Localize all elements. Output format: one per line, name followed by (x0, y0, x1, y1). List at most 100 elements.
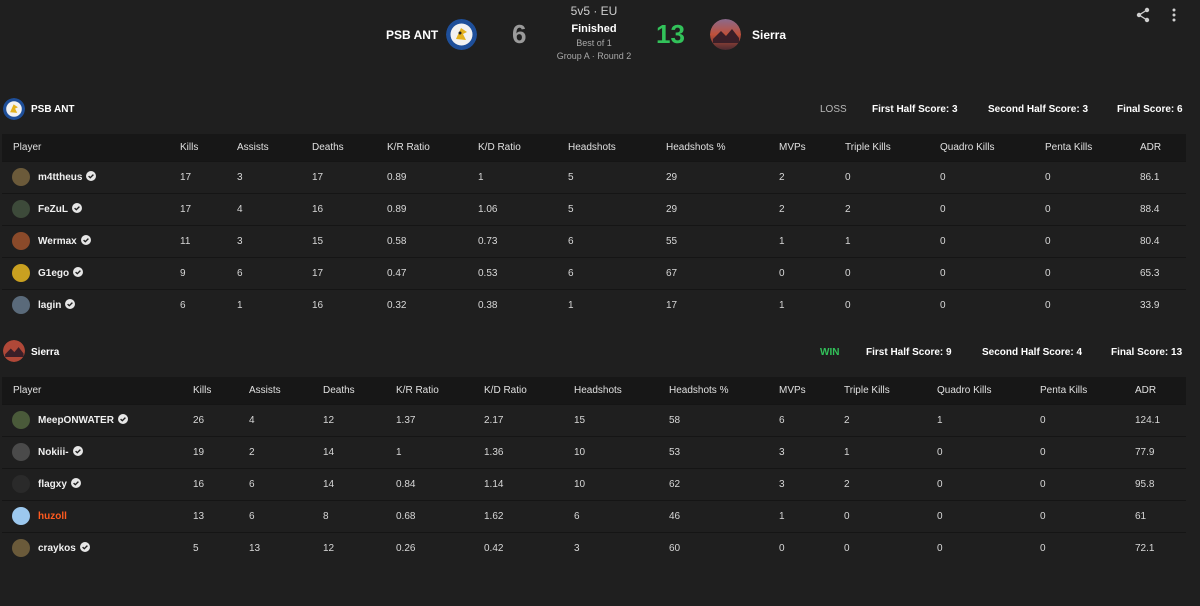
team1-name[interactable]: PSB ANT (386, 28, 438, 42)
column-header-player[interactable]: Player (13, 134, 41, 161)
player-cell[interactable]: craykos (38, 533, 90, 564)
avatar[interactable] (12, 168, 30, 186)
player-name[interactable]: Wermax (38, 236, 77, 247)
stat-adr: 88.4 (1140, 204, 1160, 215)
stat-triple-kills: 0 (844, 543, 850, 554)
player-cell[interactable]: m4ttheus (38, 162, 97, 193)
column-header-deaths[interactable]: Deaths (323, 377, 355, 404)
table-row[interactable]: craykos 5 13 12 0.26 0.42 3 60 0 0 0 0 72.1 (2, 532, 1186, 564)
avatar[interactable] (12, 507, 30, 525)
column-header-triple-kills[interactable]: Triple Kills (845, 134, 891, 161)
player-name[interactable]: huzoll (38, 511, 67, 522)
column-header-kills[interactable]: Kills (193, 377, 211, 404)
stat-headshots: 6 (568, 268, 574, 279)
column-header-kr-ratio[interactable]: K/R Ratio (396, 377, 439, 404)
stat-adr: 86.1 (1140, 172, 1160, 183)
stat-kr-ratio: 0.84 (396, 479, 416, 490)
player-cell[interactable]: MeepONWATER (38, 405, 128, 436)
stat-mvps: 6 (779, 415, 785, 426)
player-name[interactable]: lagin (38, 300, 61, 311)
stat-assists: 1 (237, 300, 243, 311)
player-name[interactable]: G1ego (38, 268, 69, 279)
share-icon[interactable] (1134, 6, 1152, 24)
column-header-headshots-pct[interactable]: Headshots % (666, 134, 725, 161)
player-name[interactable]: MeepONWATER (38, 415, 114, 426)
column-header-triple-kills[interactable]: Triple Kills (844, 377, 890, 404)
stat-kills: 9 (180, 268, 186, 279)
stat-mvps: 2 (779, 172, 785, 183)
column-header-kd-ratio[interactable]: K/D Ratio (478, 134, 521, 161)
avatar[interactable] (12, 475, 30, 493)
stat-headshots: 3 (574, 543, 580, 554)
player-cell[interactable]: G1ego (38, 258, 84, 289)
team1-logo[interactable] (446, 19, 477, 50)
player-name[interactable]: m4ttheus (38, 172, 82, 183)
player-name[interactable]: Nokiii- (38, 447, 69, 458)
avatar[interactable] (12, 443, 30, 461)
column-header-headshots[interactable]: Headshots (574, 377, 622, 404)
verified-check-icon (86, 171, 97, 182)
avatar[interactable] (12, 264, 30, 282)
stat-kd-ratio: 1.06 (478, 204, 498, 215)
avatar[interactable] (12, 296, 30, 314)
table-row[interactable]: lagin 6 1 16 0.32 0.38 1 17 1 0 0 0 33.9 (2, 289, 1186, 321)
team2-logo[interactable] (710, 19, 741, 50)
avatar[interactable] (12, 200, 30, 218)
column-header-headshots[interactable]: Headshots (568, 134, 616, 161)
table-row[interactable]: FeZuL 17 4 16 0.89 1.06 5 29 2 2 0 0 88.4 (2, 193, 1186, 225)
more-vertical-icon[interactable] (1165, 6, 1183, 24)
stat-quadro-kills: 0 (937, 447, 943, 458)
table-row[interactable]: G1ego 9 6 17 0.47 0.53 6 67 0 0 0 0 65.3 (2, 257, 1186, 289)
table-row[interactable]: flagxy 16 6 14 0.84 1.14 10 62 3 2 0 0 95.8 (2, 468, 1186, 500)
stat-quadro-kills: 0 (940, 268, 946, 279)
column-header-deaths[interactable]: Deaths (312, 134, 344, 161)
column-header-quadro-kills[interactable]: Quadro Kills (937, 377, 991, 404)
column-header-kr-ratio[interactable]: K/R Ratio (387, 134, 430, 161)
team2-name[interactable]: Sierra (752, 28, 786, 42)
stat-kd-ratio: 1.14 (484, 479, 504, 490)
team1-small-logo (3, 98, 25, 120)
column-header-quadro-kills[interactable]: Quadro Kills (940, 134, 994, 161)
player-name[interactable]: flagxy (38, 479, 67, 490)
table-row[interactable]: huzoll 13 6 8 0.68 1.62 6 46 1 0 0 0 61 (2, 500, 1186, 532)
avatar[interactable] (12, 411, 30, 429)
player-name[interactable]: craykos (38, 543, 76, 554)
table-row[interactable]: m4ttheus 17 3 17 0.89 1 5 29 2 0 0 0 86.1 (2, 161, 1186, 193)
column-header-adr[interactable]: ADR (1135, 377, 1156, 404)
player-cell[interactable]: lagin (38, 290, 76, 321)
stat-kills: 13 (193, 511, 205, 522)
player-cell[interactable]: flagxy (38, 469, 81, 500)
stat-mvps: 0 (779, 543, 785, 554)
player-cell[interactable]: Nokiii- (38, 437, 83, 468)
column-header-penta-kills[interactable]: Penta Kills (1040, 377, 1087, 404)
column-header-mvps[interactable]: MVPs (779, 134, 806, 161)
column-header-player[interactable]: Player (13, 377, 41, 404)
stat-adr: 33.9 (1140, 300, 1160, 311)
stat-quadro-kills: 0 (940, 172, 946, 183)
player-cell[interactable]: huzoll (38, 501, 67, 532)
stat-deaths: 16 (312, 300, 324, 311)
column-header-kills[interactable]: Kills (180, 134, 198, 161)
avatar[interactable] (12, 232, 30, 250)
stat-kd-ratio: 2.17 (484, 415, 504, 426)
column-header-adr[interactable]: ADR (1140, 134, 1161, 161)
column-header-assists[interactable]: Assists (237, 134, 269, 161)
player-cell[interactable]: FeZuL (38, 194, 82, 225)
team1-section-name: PSB ANT (31, 104, 75, 115)
table-row[interactable]: MeepONWATER 26 4 12 1.37 2.17 15 58 6 2 1 0 124.1 (2, 404, 1186, 436)
column-header-headshots-pct[interactable]: Headshots % (669, 377, 728, 404)
player-cell[interactable]: Wermax (38, 226, 91, 257)
stat-headshots-pct: 29 (666, 204, 678, 215)
column-header-mvps[interactable]: MVPs (779, 377, 806, 404)
stat-assists: 13 (249, 543, 261, 554)
verified-check-icon (72, 203, 82, 214)
table-row[interactable]: Wermax 11 3 15 0.58 0.73 6 55 1 1 0 0 80.4 (2, 225, 1186, 257)
column-header-kd-ratio[interactable]: K/D Ratio (484, 377, 527, 404)
stat-triple-kills: 2 (845, 204, 851, 215)
stat-kills: 11 (180, 236, 191, 247)
avatar[interactable] (12, 539, 30, 557)
column-header-penta-kills[interactable]: Penta Kills (1045, 134, 1092, 161)
column-header-assists[interactable]: Assists (249, 377, 281, 404)
table-row[interactable]: Nokiii- 19 2 14 1 1.36 10 53 3 1 0 0 77.9 (2, 436, 1186, 468)
player-name[interactable]: FeZuL (38, 204, 68, 215)
